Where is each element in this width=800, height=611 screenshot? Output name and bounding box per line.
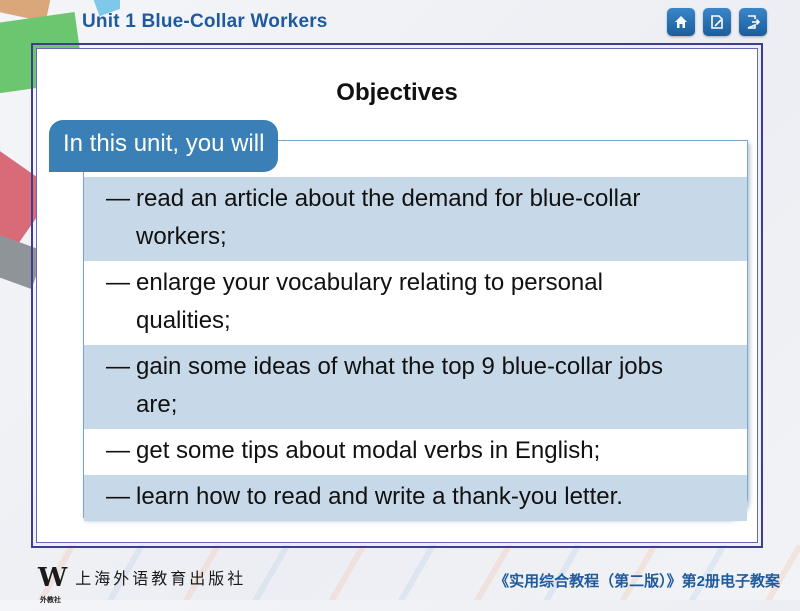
unit-title: Unit 1 Blue-Collar Workers bbox=[82, 11, 328, 32]
edit-document-icon bbox=[711, 15, 723, 29]
objective-text-continued: workers; bbox=[136, 223, 227, 250]
publisher-logo: W 外教社 上海外语教育出版社 bbox=[38, 563, 247, 604]
objective-item: — learn how to read and write a thank-you… bbox=[84, 475, 747, 521]
logo-mark: W 外教社 bbox=[38, 563, 68, 604]
dash-bullet: — bbox=[106, 185, 130, 212]
objective-text: learn how to read and write a thank-you … bbox=[136, 483, 623, 510]
objective-text: get some tips about modal verbs in Engli… bbox=[136, 437, 601, 464]
home-button[interactable] bbox=[667, 8, 695, 36]
home-icon bbox=[675, 16, 687, 28]
objective-text: enlarge your vocabulary relating to pers… bbox=[136, 269, 603, 296]
objectives-list: — read an article about the demand for bl… bbox=[84, 177, 747, 521]
objectives-box: — read an article about the demand for bl… bbox=[83, 140, 748, 521]
dash-bullet: — bbox=[106, 483, 130, 510]
slide-frame: Objectives In this unit, you will — read … bbox=[31, 43, 763, 548]
publisher-name: 上海外语教育出版社 bbox=[75, 569, 247, 588]
objective-text-continued: are; bbox=[136, 391, 178, 418]
exit-button[interactable] bbox=[739, 8, 767, 36]
dash-bullet: — bbox=[106, 353, 130, 380]
objective-item: — get some tips about modal verbs in Engl… bbox=[84, 429, 747, 475]
section-label: In this unit, you will bbox=[49, 120, 279, 172]
exit-icon bbox=[747, 15, 761, 29]
dash-bullet: — bbox=[106, 269, 130, 296]
objective-text-continued: qualities; bbox=[136, 307, 231, 334]
objective-item: — read an article about the demand for bl… bbox=[84, 177, 747, 261]
slide-title: Objectives bbox=[336, 79, 458, 106]
objective-text: read an article about the demand for blu… bbox=[136, 185, 641, 212]
objective-text: gain some ideas of what the top 9 blue-c… bbox=[136, 353, 663, 380]
slide-area: Objectives In this unit, you will — read … bbox=[36, 48, 758, 543]
notes-button[interactable] bbox=[703, 8, 731, 36]
objective-item: — enlarge your vocabulary relating to per… bbox=[84, 261, 747, 345]
nav-toolbar bbox=[667, 8, 767, 36]
course-title: 《实用综合教程（第二版）》第2册电子教案 bbox=[494, 573, 780, 590]
dash-bullet: — bbox=[106, 437, 130, 464]
objective-item: — gain some ideas of what the top 9 blue-… bbox=[84, 345, 747, 429]
